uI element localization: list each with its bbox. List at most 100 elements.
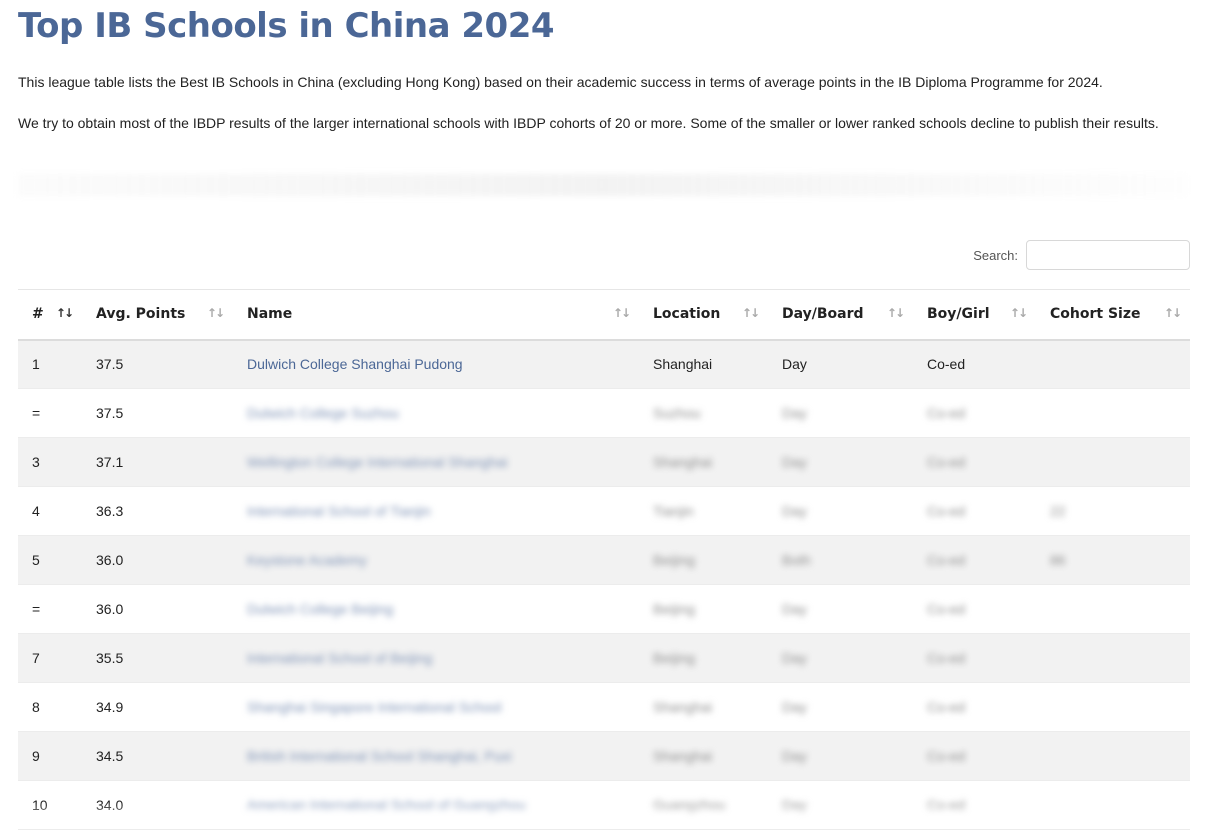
day-board-cell: Both xyxy=(782,552,811,568)
gender-cell: Co-ed xyxy=(927,601,966,617)
cohort-size-cell: 86 xyxy=(1050,552,1066,568)
rank-cell: 9 xyxy=(32,748,40,764)
school-link[interactable]: Dulwich College Shanghai Pudong xyxy=(247,356,463,372)
rank-cell: = xyxy=(32,601,41,617)
table-row: 9 34.5 British International School Shangh… xyxy=(18,731,1190,781)
location-cell: Tianjin xyxy=(653,503,694,519)
name-cell[interactable]: International School of Beijing xyxy=(233,634,639,683)
table-header-row: # ↑↓ Avg. Points ↑↓ Name ↑↓ Location ↑↓ Day/Boar… xyxy=(18,289,1190,340)
rank-cell: 7 xyxy=(32,650,40,666)
name-cell[interactable]: Shanghai Singapore International School xyxy=(233,683,639,732)
name-cell[interactable]: Keystone Academy xyxy=(233,536,639,585)
rank-cell: 8 xyxy=(32,699,40,715)
table-row: 5 36.0 Keystone Academy Beijing Both Co-ed 86 xyxy=(18,535,1190,585)
points-cell: 34.9 xyxy=(96,699,124,715)
school-link[interactable]: International School of Tianjin xyxy=(247,503,431,519)
table-row: 7 35.5 International School of Beijing Beij… xyxy=(18,633,1190,683)
column-header-label: Name xyxy=(247,306,293,323)
table-search: Search: xyxy=(973,240,1190,270)
location-cell: Beijing xyxy=(653,650,696,666)
school-link[interactable]: Dulwich College Beijing xyxy=(247,601,393,617)
column-header-label: Location xyxy=(653,306,721,323)
gender-cell: Co-ed xyxy=(927,650,966,666)
page-title: Top IB Schools in China 2024 xyxy=(18,6,555,46)
column-header-location[interactable]: Location ↑↓ xyxy=(639,290,768,340)
search-input[interactable] xyxy=(1026,240,1190,270)
day-board-cell: Day xyxy=(782,601,807,617)
sort-icon[interactable]: ↑↓ xyxy=(887,306,905,320)
gender-cell: Co-ed xyxy=(927,356,966,373)
points-cell: 35.5 xyxy=(96,650,124,666)
sort-icon[interactable]: ↑↓ xyxy=(207,306,225,320)
cohort-size-cell: 22 xyxy=(1050,503,1066,519)
cohort-size-cell xyxy=(1036,389,1190,438)
day-board-cell: Day xyxy=(782,748,807,764)
points-cell: 36.3 xyxy=(96,503,124,519)
name-cell[interactable]: Dulwich College Beijing xyxy=(233,585,639,634)
league-table: # ↑↓ Avg. Points ↑↓ Name ↑↓ Location ↑↓ Day/Boar… xyxy=(18,289,1190,830)
rank-cell: 4 xyxy=(32,503,40,519)
column-header-boy-girl[interactable]: Boy/Girl ↑↓ xyxy=(913,290,1036,340)
column-header-day-board[interactable]: Day/Board ↑↓ xyxy=(768,290,913,340)
rank-cell: = xyxy=(32,405,41,421)
school-link[interactable]: Wellington College International Shangha… xyxy=(247,454,507,470)
name-cell[interactable]: Dulwich College Shanghai Pudong xyxy=(233,340,639,389)
sort-asc-icon[interactable]: ↑↓ xyxy=(56,306,74,320)
points-cell: 37.5 xyxy=(96,405,124,421)
day-board-cell: Day xyxy=(782,650,807,666)
day-board-cell: Day xyxy=(782,454,807,470)
gender-cell: Co-ed xyxy=(927,552,966,568)
faded-divider xyxy=(18,174,1188,196)
column-header-avg-points[interactable]: Avg. Points ↑↓ xyxy=(82,290,233,340)
cohort-size-cell xyxy=(1036,732,1190,781)
column-header-label: Boy/Girl xyxy=(927,306,990,323)
cohort-size-cell xyxy=(1036,438,1190,487)
table-row: 8 34.9 Shanghai Singapore International Sc… xyxy=(18,683,1190,732)
location-cell: Beijing xyxy=(653,601,696,617)
gender-cell: Co-ed xyxy=(927,748,966,764)
column-header-rank[interactable]: # ↑↓ xyxy=(18,290,82,340)
rank-cell: 3 xyxy=(32,454,40,470)
column-header-label: Avg. Points xyxy=(96,306,186,323)
sort-icon[interactable]: ↑↓ xyxy=(1010,306,1028,320)
location-cell: Shanghai xyxy=(653,454,713,470)
school-link[interactable]: Shanghai Singapore International School xyxy=(247,699,502,715)
table-row: = 37.5 Dulwich College Suzhou Suzhou Day Co-e… xyxy=(18,389,1190,438)
cohort-size-cell xyxy=(1036,340,1190,389)
table-row: 4 36.3 International School of Tianjin Tian… xyxy=(18,487,1190,536)
name-cell[interactable]: International School of Tianjin xyxy=(233,487,639,536)
sort-icon[interactable]: ↑↓ xyxy=(1164,306,1182,320)
day-board-cell: Day xyxy=(782,356,807,373)
name-cell[interactable]: Dulwich College Suzhou xyxy=(233,389,639,438)
name-cell[interactable]: British International School Shanghai, P… xyxy=(233,732,639,781)
cohort-size-cell xyxy=(1036,585,1190,634)
column-header-cohort-size[interactable]: Cohort Size ↑↓ xyxy=(1036,290,1190,340)
bottom-fade xyxy=(0,802,1205,822)
points-cell: 36.0 xyxy=(96,601,124,617)
cohort-size-cell xyxy=(1036,683,1190,732)
day-board-cell: Day xyxy=(782,699,807,715)
gender-cell: Co-ed xyxy=(927,699,966,715)
sort-icon[interactable]: ↑↓ xyxy=(613,306,631,320)
school-link[interactable]: Dulwich College Suzhou xyxy=(247,405,399,421)
points-cell: 36.0 xyxy=(96,552,124,568)
sort-icon[interactable]: ↑↓ xyxy=(742,306,760,320)
school-link[interactable]: British International School Shanghai, P… xyxy=(247,748,512,764)
school-link[interactable]: International School of Beijing xyxy=(247,650,432,666)
table-body: 1 37.5 Dulwich College Shanghai Pudong Shan… xyxy=(18,339,1190,830)
column-header-name[interactable]: Name ↑↓ xyxy=(233,290,639,340)
intro-paragraph-1: This league table lists the Best IB Scho… xyxy=(18,74,1103,90)
location-cell: Suzhou xyxy=(653,405,701,421)
table-row: 3 37.1 Wellington College International Sh… xyxy=(18,437,1190,487)
name-cell[interactable]: Wellington College International Shangha… xyxy=(233,438,639,487)
table-row: 1 37.5 Dulwich College Shanghai Pudong Shan… xyxy=(18,339,1190,389)
day-board-cell: Day xyxy=(782,503,807,519)
school-link[interactable]: Keystone Academy xyxy=(247,552,367,568)
table-row: = 36.0 Dulwich College Beijing Beijing Day Co… xyxy=(18,585,1190,634)
location-cell: Beijing xyxy=(653,552,696,568)
gender-cell: Co-ed xyxy=(927,503,966,519)
location-cell: Shanghai xyxy=(653,699,713,715)
location-cell: Shanghai xyxy=(653,748,713,764)
points-cell: 37.5 xyxy=(96,356,124,373)
column-header-label: Day/Board xyxy=(782,306,864,323)
